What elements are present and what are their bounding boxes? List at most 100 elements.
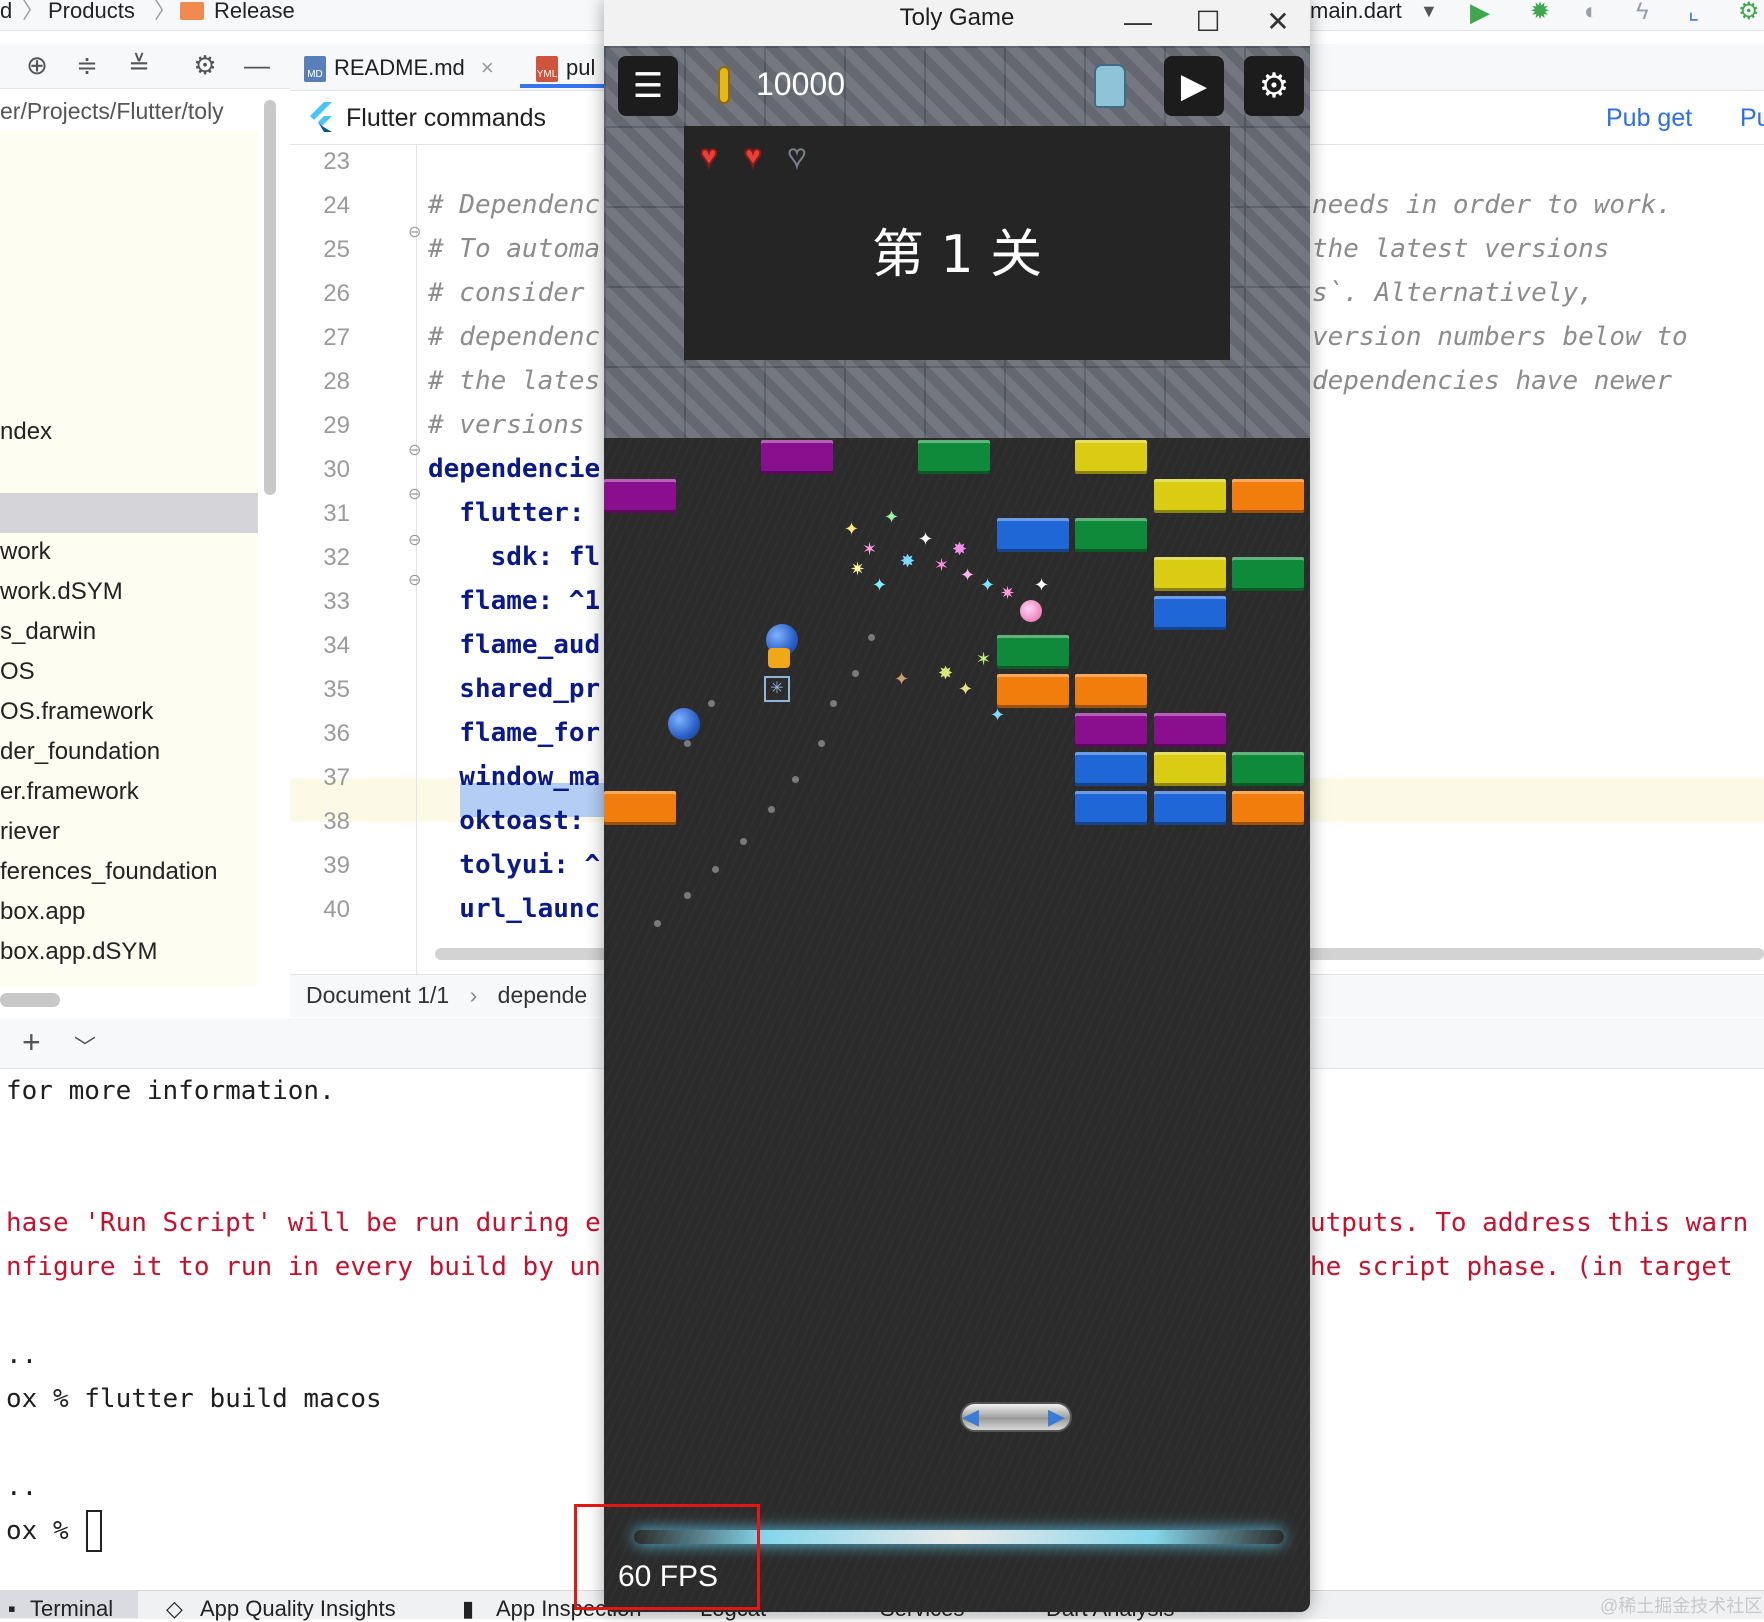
- pub-get-link[interactable]: Pub get: [1606, 104, 1692, 133]
- breadcrumb-item-products[interactable]: Products: [48, 0, 135, 24]
- expand-all-icon[interactable]: ≑: [70, 48, 104, 82]
- sparkle-icon: ✦: [844, 519, 860, 539]
- toly-game-window: Toly Game — ☐ ✕ ☰ 10000 ▶ ⚙ 第 1 关 ✳ ✦ ✶ …: [604, 0, 1310, 1612]
- score-value: 10000: [756, 66, 845, 102]
- project-horizontal-scrollbar[interactable]: [0, 993, 60, 1007]
- gutter-divider: [416, 144, 417, 974]
- code-line: window_ma: [428, 762, 601, 792]
- sparkle-icon: ✶: [976, 649, 992, 669]
- close-icon[interactable]: ✕: [1258, 2, 1298, 42]
- terminal-line: for more information.: [6, 1076, 335, 1106]
- play-button[interactable]: ▶: [1164, 56, 1224, 116]
- gear-icon: ⚙: [1258, 67, 1290, 105]
- line-number: 24: [323, 192, 350, 219]
- diamond-icon: ◇: [166, 1596, 183, 1621]
- sparkle-icon: ✦: [918, 529, 934, 549]
- flutter-inspector-icon[interactable]: ⌞: [1688, 0, 1699, 24]
- minimize-icon[interactable]: —: [1118, 2, 1158, 42]
- tree-item[interactable]: er.framework: [0, 778, 139, 806]
- terminal-cursor[interactable]: [86, 1510, 102, 1552]
- tree-item[interactable]: ndex: [0, 418, 52, 446]
- fold-icon[interactable]: ⊖: [408, 440, 421, 460]
- locate-icon[interactable]: ⊕: [20, 48, 54, 82]
- powerup-icon: [768, 648, 790, 668]
- add-terminal-icon[interactable]: +: [22, 1024, 41, 1061]
- code-line: # Dependenc: [428, 190, 601, 220]
- sparkle-icon: ✦: [958, 679, 974, 699]
- collapse-all-icon[interactable]: ≚: [122, 48, 156, 82]
- project-vertical-scrollbar[interactable]: [264, 100, 276, 495]
- heart-full-icon: ♥: [743, 140, 763, 173]
- tool-tab-terminal[interactable]: Terminal: [30, 1596, 113, 1622]
- tree-item[interactable]: s_darwin: [0, 618, 96, 646]
- close-icon[interactable]: ×: [481, 55, 494, 80]
- brick: [1154, 479, 1226, 513]
- terminal-warning-line: hase 'Run Script' will be run during e: [6, 1208, 601, 1238]
- breadcrumb-document[interactable]: Document 1/1: [306, 982, 449, 1008]
- heart-empty-icon: ♥: [787, 140, 807, 173]
- tree-item[interactable]: riever: [0, 818, 60, 846]
- breadcrumb-separator: 〉: [154, 0, 177, 23]
- code-line: # versions: [428, 410, 601, 440]
- tree-item[interactable]: box.app: [0, 898, 85, 926]
- tree-item[interactable]: OS.framework: [0, 698, 153, 726]
- maximize-icon[interactable]: ☐: [1188, 2, 1228, 42]
- hot-reload-icon[interactable]: ϟ: [1636, 0, 1649, 24]
- tab-pubspec[interactable]: YML pul: [536, 50, 595, 86]
- tree-item[interactable]: work.dSYM: [0, 578, 123, 606]
- line-number: 30: [323, 456, 350, 483]
- chevron-down-icon[interactable]: ﹀: [74, 1030, 96, 1062]
- coin-icon: [718, 66, 730, 104]
- tree-item[interactable]: work: [0, 538, 51, 566]
- code-line: flame_for: [428, 718, 601, 748]
- brick: [761, 440, 833, 474]
- tab-readme[interactable]: MD README.md ×: [304, 50, 494, 86]
- ball-trail-dot: [792, 776, 799, 783]
- code-line-continuation: the latest versions: [1312, 234, 1610, 264]
- breadcrumb-node[interactable]: depende: [498, 982, 588, 1008]
- line-number: 37: [323, 764, 350, 791]
- backpack-icon[interactable]: [1094, 64, 1126, 108]
- fold-icon[interactable]: ⊖: [408, 484, 421, 504]
- fold-icon[interactable]: ⊖: [408, 222, 421, 242]
- pub-upgrade-link[interactable]: Pu: [1740, 104, 1764, 133]
- fold-icon[interactable]: ⊖: [408, 530, 421, 550]
- line-number: 35: [323, 676, 350, 703]
- paddle-right-arrow-icon: ▶: [1048, 1404, 1065, 1429]
- terminal-command-line: ox % flutter build macos: [6, 1384, 382, 1414]
- breadcrumb-item-root[interactable]: d: [0, 0, 12, 24]
- debug-icon[interactable]: ✹: [1530, 0, 1550, 24]
- gear-icon[interactable]: ⚙: [188, 48, 222, 82]
- tool-tab-app-quality-insights[interactable]: App Quality Insights: [200, 1596, 396, 1622]
- breadcrumb-separator: 〉: [22, 0, 45, 23]
- gear-icon[interactable]: ⚙: [1738, 0, 1760, 24]
- tree-item[interactable]: box.app.dSYM: [0, 938, 157, 966]
- line-number: 25: [323, 236, 350, 263]
- menu-button[interactable]: ☰: [618, 56, 678, 116]
- tree-item[interactable]: ferences_foundation: [0, 858, 218, 886]
- ball-trail-dot: [712, 866, 719, 873]
- fold-icon[interactable]: ⊖: [408, 570, 421, 590]
- ball-trail-dot: [852, 670, 859, 677]
- project-path: er/Projects/Flutter/toly: [0, 98, 224, 124]
- run-config-select[interactable]: main.dart: [1310, 0, 1402, 24]
- settings-button[interactable]: ⚙: [1244, 56, 1304, 116]
- profile-icon[interactable]: ◐: [1584, 0, 1599, 24]
- breadcrumb-item-release[interactable]: Release: [214, 0, 295, 24]
- brick: [1075, 752, 1147, 786]
- code-line: oktoast:: [428, 806, 585, 836]
- brick: [1232, 752, 1304, 786]
- chevron-down-icon[interactable]: ▼: [1420, 0, 1438, 24]
- tree-item[interactable]: der_foundation: [0, 738, 160, 766]
- run-icon[interactable]: ▶: [1470, 0, 1490, 25]
- sparkle-icon: ✶: [934, 555, 950, 575]
- brick: [1075, 713, 1147, 747]
- terminal-line: ..: [6, 1340, 38, 1370]
- code-line-continuation: dependencies have newer: [1312, 366, 1673, 396]
- sparkle-icon: ✶: [862, 539, 878, 559]
- tree-item[interactable]: OS: [0, 658, 35, 686]
- line-number: 32: [323, 544, 350, 571]
- terminal-icon: ▪: [8, 1596, 16, 1621]
- hide-icon[interactable]: —: [240, 48, 274, 82]
- ball-trail-dot: [818, 740, 825, 747]
